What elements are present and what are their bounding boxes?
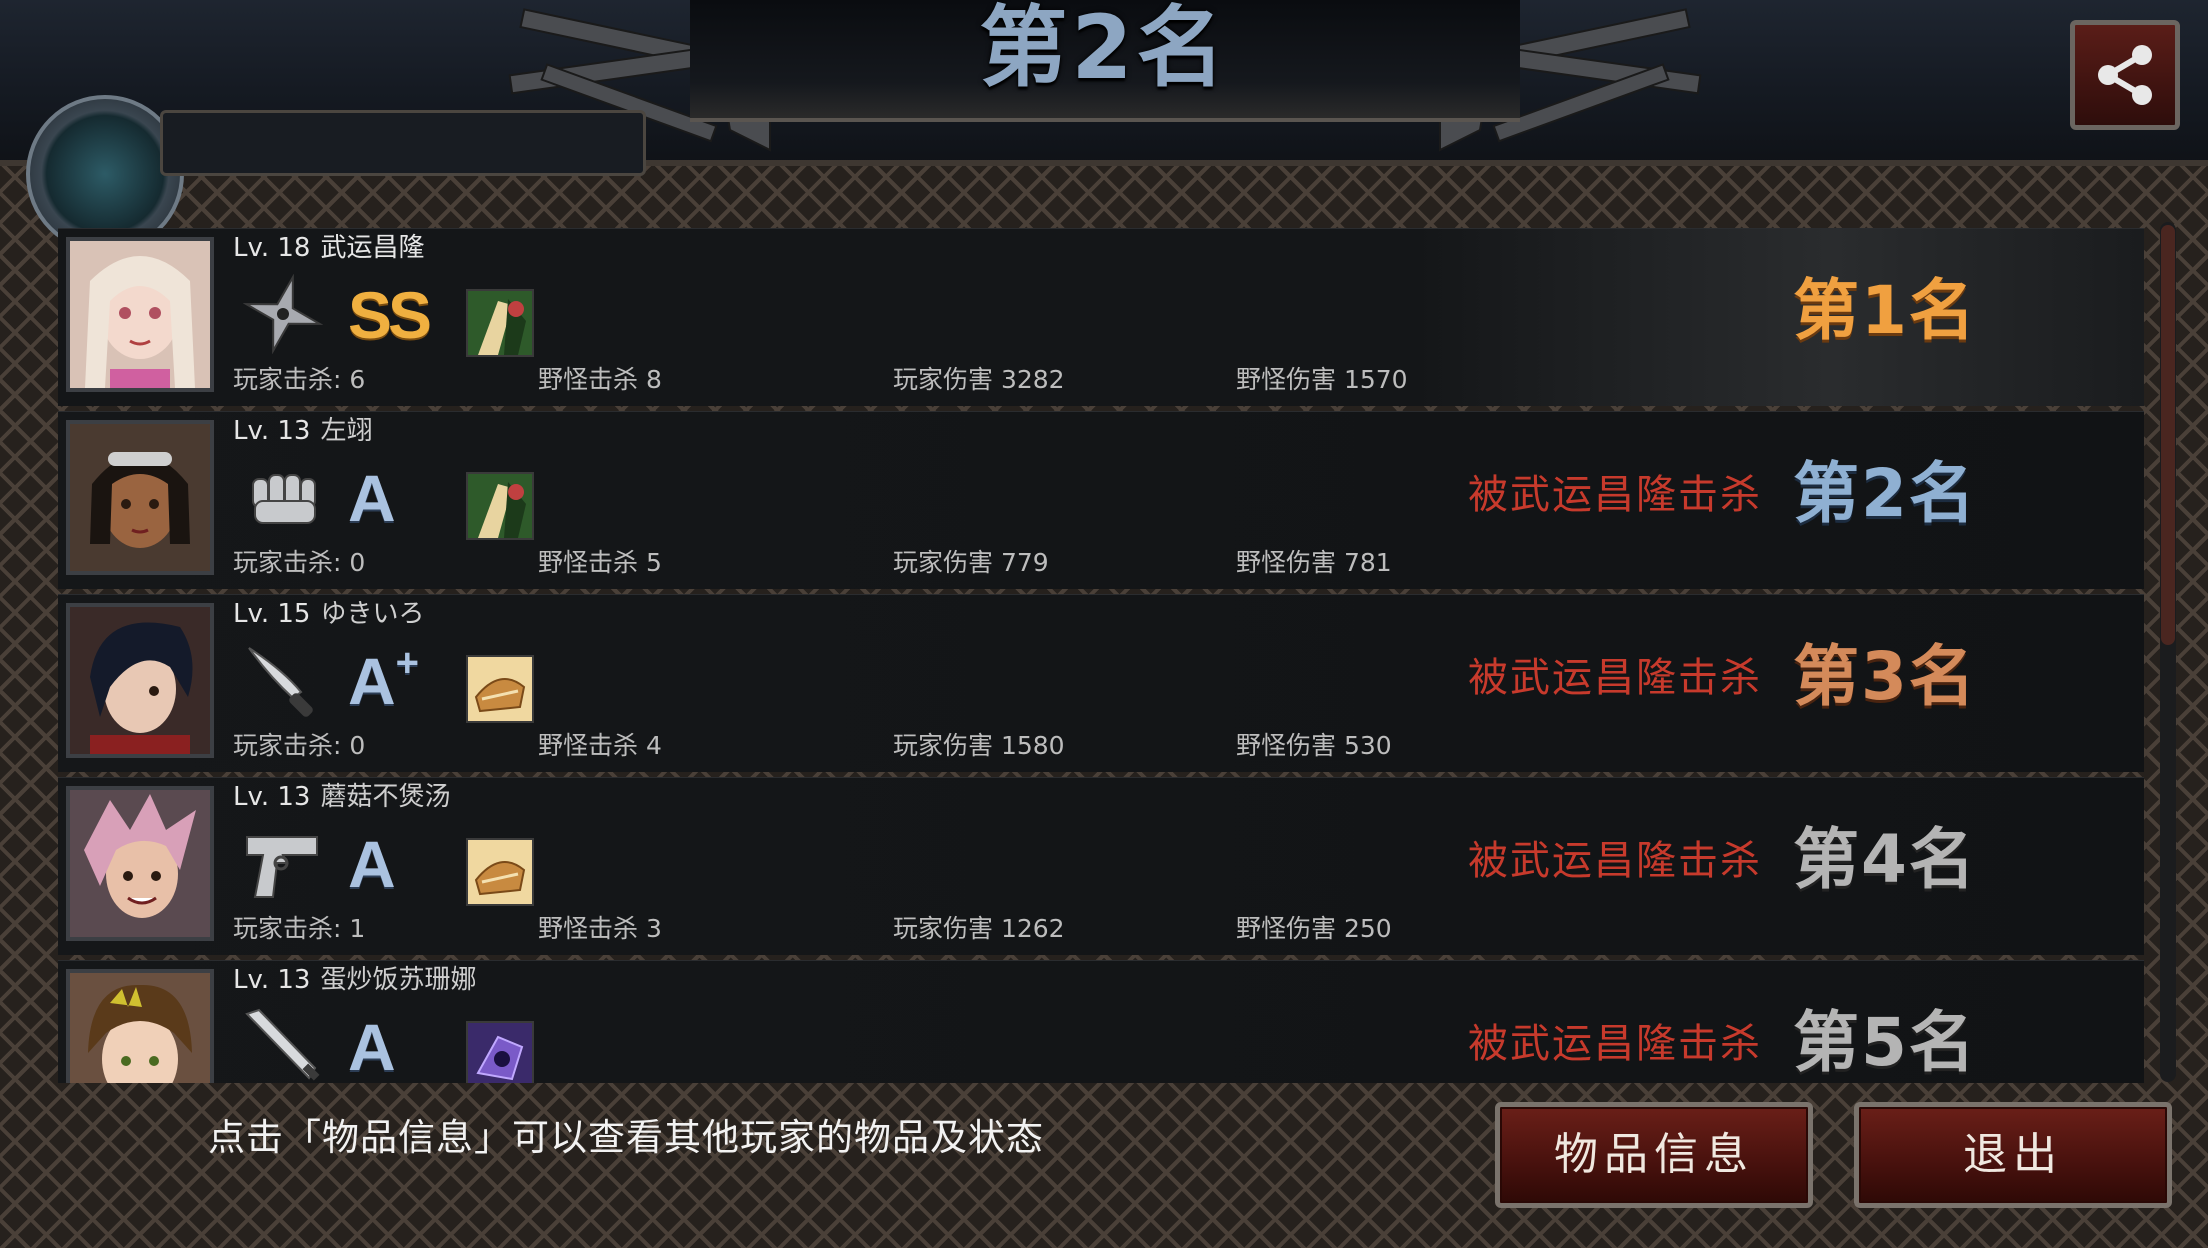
player-name: 蘑菇不煲汤 bbox=[320, 782, 451, 812]
monster-damage: 野怪伤害 250 bbox=[1236, 914, 1392, 943]
share-icon bbox=[2098, 45, 2152, 105]
killed-by-text: 被武运昌隆击杀 bbox=[1468, 472, 1762, 518]
portrait-4 bbox=[66, 786, 214, 941]
monster-kills: 野怪击杀 5 bbox=[538, 548, 662, 577]
fist-icon bbox=[252, 474, 316, 524]
level-name-5: Lv. 13 蛋炒饭苏珊娜 bbox=[233, 965, 477, 995]
killed-by-text: 被武运昌隆击杀 bbox=[1468, 1021, 1762, 1067]
grade-badge-4: A bbox=[348, 827, 396, 901]
player-damage: 玩家伤害 1580 bbox=[893, 731, 1065, 760]
result-row-1[interactable]: Lv. 18 武运昌隆 SS 玩家击杀: 6 野怪击杀 8 玩家伤害 3282 野… bbox=[58, 228, 2144, 406]
rank-label-3: 第3名 bbox=[1793, 638, 1977, 715]
player-damage: 玩家伤害 779 bbox=[893, 548, 1049, 577]
portrait-1 bbox=[66, 237, 214, 392]
player-name: 蛋炒饭苏珊娜 bbox=[320, 965, 477, 995]
results-list[interactable]: Lv. 18 武运昌隆 SS 玩家击杀: 6 野怪击杀 8 玩家伤害 3282 野… bbox=[58, 228, 2148, 1083]
bread-icon[interactable] bbox=[466, 838, 534, 906]
result-row-4[interactable]: Lv. 13 蘑菇不煲汤 A 玩家击杀: 1 野怪击杀 3 玩家伤害 1262 野… bbox=[58, 777, 2144, 955]
player-kills: 玩家击杀: 1 bbox=[233, 914, 366, 943]
rank-label-1: 第1名 bbox=[1793, 272, 1977, 349]
scrollbar-thumb[interactable] bbox=[2161, 225, 2175, 645]
result-row-3[interactable]: Lv. 15 ゆきいろ A+ 玩家击杀: 0 野怪击杀 4 玩家伤害 1580 野… bbox=[58, 594, 2144, 772]
grade-badge-2: A bbox=[348, 461, 396, 535]
monster-damage: 野怪伤害 781 bbox=[1236, 548, 1392, 577]
grade-badge-1: SS bbox=[348, 278, 432, 352]
monster-kills: 野怪击杀 4 bbox=[538, 731, 662, 760]
level-name-2: Lv. 13 左翊 bbox=[233, 416, 373, 446]
player-name: 武运昌隆 bbox=[320, 233, 425, 263]
level-name-4: Lv. 13 蘑菇不煲汤 bbox=[233, 782, 451, 812]
rank-label-5: 第5名 bbox=[1793, 1004, 1977, 1081]
grade-badge-5: A bbox=[348, 1010, 396, 1083]
gear-crystal-icon[interactable] bbox=[466, 1021, 534, 1083]
grade-badge-3: A+ bbox=[348, 641, 420, 718]
rank-label-2: 第2名 bbox=[1793, 455, 1977, 532]
pistol-icon bbox=[246, 836, 318, 898]
page-title: 第2名 bbox=[979, 0, 1229, 99]
player-kills: 玩家击杀: 0 bbox=[233, 731, 366, 760]
player-name: 左翊 bbox=[320, 416, 373, 446]
character-card-icon[interactable] bbox=[466, 289, 534, 357]
player-damage: 玩家伤害 1262 bbox=[893, 914, 1065, 943]
killed-by-text: 被武运昌隆击杀 bbox=[1468, 655, 1762, 701]
knife-icon bbox=[248, 647, 313, 717]
monster-damage: 野怪伤害 530 bbox=[1236, 731, 1392, 760]
bread-icon[interactable] bbox=[466, 655, 534, 723]
level-name-1: Lv. 18 武运昌隆 bbox=[233, 233, 425, 263]
shuriken-icon bbox=[243, 274, 323, 354]
result-row-2[interactable]: Lv. 13 左翊 A 玩家击杀: 0 野怪击杀 5 玩家伤害 779 野怪伤害 … bbox=[58, 411, 2144, 589]
monster-kills: 野怪击杀 3 bbox=[538, 914, 662, 943]
player-name: ゆきいろ bbox=[320, 599, 425, 629]
result-row-5[interactable]: Lv. 13 蛋炒饭苏珊娜 A 被武运昌隆击杀 第5名 bbox=[58, 960, 2144, 1083]
exit-button[interactable]: 退出 bbox=[1854, 1102, 2172, 1208]
share-button[interactable] bbox=[2070, 20, 2180, 130]
portrait-2 bbox=[66, 420, 214, 575]
character-card-icon[interactable] bbox=[466, 472, 534, 540]
hint-text: 点击「物品信息」可以查看其他玩家的物品及状态 bbox=[208, 1116, 1044, 1159]
player-damage: 玩家伤害 3282 bbox=[893, 365, 1065, 394]
killed-by-text: 被武运昌隆击杀 bbox=[1468, 838, 1762, 884]
level-name-3: Lv. 15 ゆきいろ bbox=[233, 599, 425, 629]
monster-damage: 野怪伤害 1570 bbox=[1236, 365, 1408, 394]
portrait-5 bbox=[66, 969, 214, 1083]
item-info-button[interactable]: 物品信息 bbox=[1495, 1102, 1813, 1208]
bat-icon bbox=[245, 1008, 320, 1081]
player-kills: 玩家击杀: 6 bbox=[233, 365, 366, 394]
monster-kills: 野怪击杀 8 bbox=[538, 365, 662, 394]
name-plate bbox=[160, 110, 646, 176]
rank-label-4: 第4名 bbox=[1793, 821, 1977, 898]
player-kills: 玩家击杀: 0 bbox=[233, 548, 366, 577]
portrait-3 bbox=[66, 603, 214, 758]
